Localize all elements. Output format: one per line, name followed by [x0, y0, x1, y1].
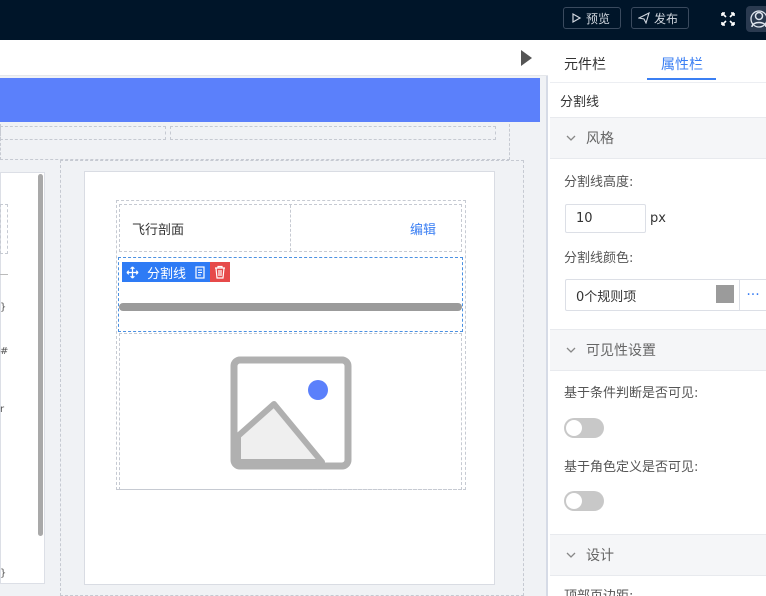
play-outline-icon [572, 12, 582, 24]
top-bar: 预览 发布 [0, 0, 766, 40]
tab-components[interactable]: 元件栏 [564, 54, 606, 74]
chevron-down-icon [566, 135, 576, 141]
header-container [0, 124, 510, 160]
tab-properties[interactable]: 属性栏 [661, 54, 703, 74]
code-fragment: r [0, 404, 5, 415]
user-avatar[interactable] [746, 6, 766, 32]
page-header-block[interactable] [0, 78, 540, 122]
selected-component-name: 分割线 [560, 95, 600, 110]
code-fragment: } [0, 302, 7, 313]
section-style-title: 风格 [586, 131, 614, 147]
panel-tabs: 元件栏 属性栏 [550, 40, 766, 82]
preview-button[interactable]: 预览 [563, 7, 621, 29]
trash-icon [215, 265, 226, 279]
height-value: 10 [576, 211, 593, 226]
section-visibility[interactable]: 可见性设置 [550, 329, 766, 371]
design-canvas[interactable]: } # r } 飞行剖面 编辑 分割线 [0, 76, 548, 596]
more-options-button[interactable]: ··· [739, 280, 766, 310]
height-label: 分割线高度: [564, 175, 634, 190]
delete-button[interactable] [210, 262, 231, 282]
send-icon [638, 12, 650, 24]
top-margin-label: 顶部页边距: [564, 585, 633, 596]
publish-button[interactable]: 发布 [631, 7, 689, 29]
left-divider [0, 274, 8, 275]
run-play-icon[interactable] [521, 50, 532, 66]
section-style[interactable]: 风格 [550, 117, 766, 159]
move-handle[interactable] [122, 262, 143, 282]
role-visible-label: 基于角色定义是否可见: [564, 460, 699, 475]
row-title: 飞行剖面 [120, 205, 291, 251]
active-tab-indicator [647, 78, 716, 80]
section-design-title: 设计 [586, 548, 614, 564]
section-visibility-title: 可见性设置 [586, 343, 656, 359]
component-label: 分割线 [147, 266, 187, 282]
divider-line [119, 303, 462, 311]
move-icon [126, 266, 139, 278]
properties-panel: 元件栏 属性栏 分割线 风格 分割线高度: 10 px 分割线颜色: 0个规则项… [550, 40, 766, 596]
chevron-down-icon [566, 347, 576, 353]
image-component[interactable] [119, 333, 462, 490]
condition-visible-label: 基于条件判断是否可见: [564, 386, 699, 401]
title-row[interactable]: 飞行剖面 编辑 [119, 204, 462, 252]
color-label: 分割线颜色: [564, 251, 634, 266]
copy-icon [195, 265, 205, 279]
fullscreen-icon[interactable] [720, 11, 736, 27]
image-placeholder-icon [230, 356, 352, 470]
publish-label: 发布 [654, 11, 679, 26]
user-icon [750, 10, 766, 28]
height-unit: px [650, 211, 666, 226]
left-panel-scrollbar[interactable] [38, 174, 43, 536]
divider-component-selected[interactable]: 分割线 [118, 257, 463, 332]
role-visible-toggle[interactable] [564, 491, 604, 511]
canvas-toolbar [0, 40, 548, 76]
edit-link[interactable]: 编辑 [291, 205, 462, 251]
selection-toolbar: 分割线 [122, 262, 231, 282]
left-slot [0, 204, 8, 254]
chevron-down-icon [566, 552, 576, 558]
code-fragment: # [0, 346, 9, 357]
color-rules-field[interactable]: 0个规则项 [565, 279, 766, 311]
section-design[interactable]: 设计 [550, 534, 766, 576]
preview-label: 预览 [586, 11, 611, 26]
copy-button[interactable] [190, 262, 210, 282]
color-rules-text: 0个规则项 [576, 289, 637, 305]
color-swatch[interactable] [716, 285, 734, 303]
height-input[interactable]: 10 [565, 204, 646, 233]
condition-visible-toggle[interactable] [564, 418, 604, 438]
code-fragment: } [0, 568, 7, 579]
